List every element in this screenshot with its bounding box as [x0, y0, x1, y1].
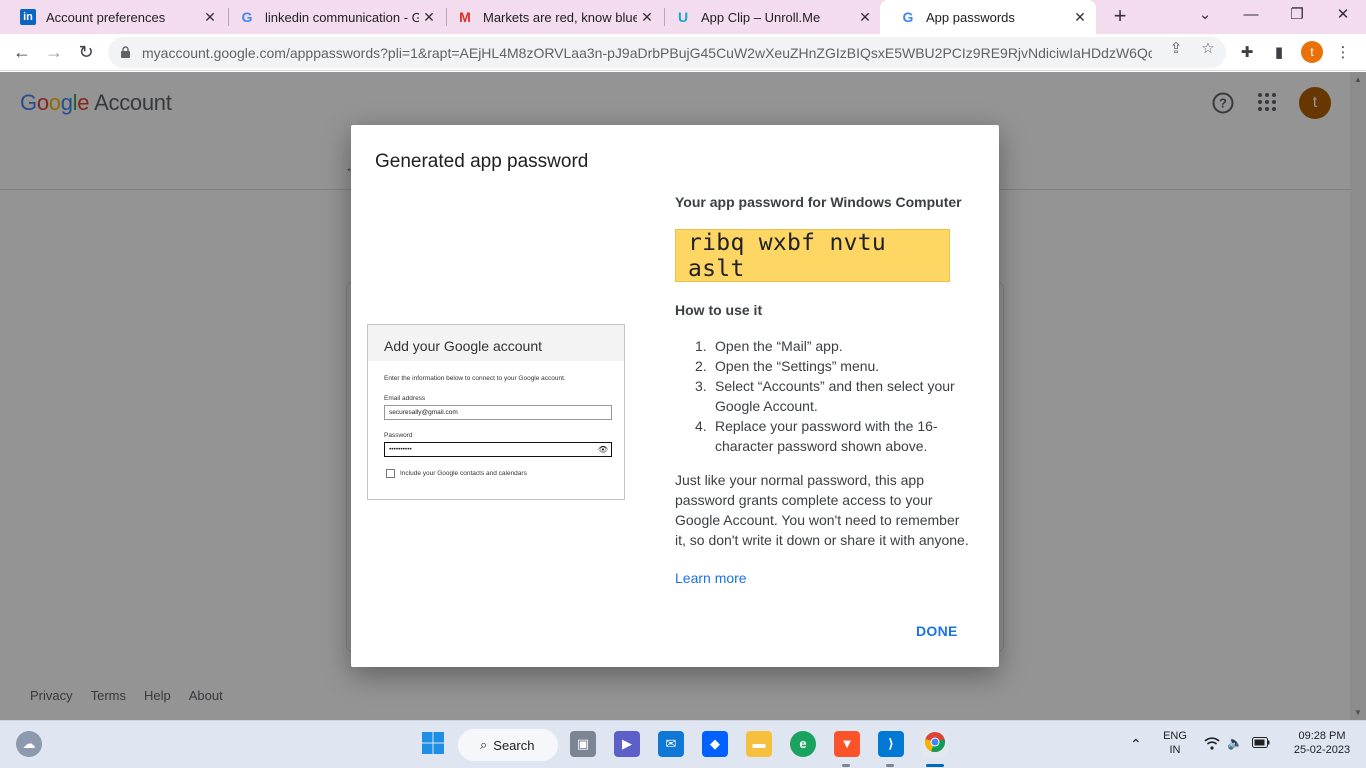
step-text: Replace your password with the 16-charac… [715, 418, 938, 454]
language-text: ENG [1163, 730, 1187, 742]
instruction-steps: 1. Open the “Mail” app. 2. Open the “Setti… [695, 336, 971, 456]
close-window-button[interactable]: ✕ [1320, 0, 1366, 30]
running-indicator [842, 764, 850, 767]
file-explorer-icon[interactable]: ▬ [746, 731, 772, 757]
brave-browser-icon[interactable]: ▼ [834, 731, 860, 757]
region-text: IN [1169, 744, 1181, 756]
generated-password-dialog: Generated app password Add your Google a… [351, 125, 999, 667]
mail-app-illustration: Add your Google account Enter the inform… [367, 324, 625, 500]
profile-avatar[interactable]: t [1301, 41, 1323, 63]
close-tab-icon[interactable]: ✕ [855, 9, 875, 26]
security-note: Just like your normal password, this app… [675, 472, 969, 548]
illustration-title: Add your Google account [368, 325, 624, 361]
password-caption: Your app password for Windows Computer [675, 194, 962, 210]
close-tab-icon[interactable]: ✕ [1070, 9, 1090, 26]
tab-strip: in Account preferences ✕ G linkedin comm… [0, 0, 1366, 34]
address-bar[interactable]: myaccount.google.com/apppasswords?pli=1&… [108, 37, 1226, 68]
edge-browser-icon[interactable]: e [790, 731, 816, 757]
linkedin-icon: in [20, 9, 36, 25]
volume-icon[interactable]: 🔈 [1227, 735, 1243, 751]
battery-icon[interactable] [1252, 737, 1270, 751]
forward-button[interactable]: → [40, 38, 68, 66]
illustration-password-value: •••••••••• [389, 446, 412, 453]
tray-overflow-chevron-icon[interactable]: ⌃ [1130, 736, 1142, 753]
dropbox-icon[interactable]: ◆ [702, 731, 728, 757]
unrollme-icon: U [677, 9, 689, 25]
wifi-icon[interactable] [1204, 736, 1220, 753]
tab-account-preferences[interactable]: in Account preferences ✕ [0, 0, 226, 34]
bookmark-star-icon[interactable]: ☆ [1198, 39, 1218, 59]
close-tab-icon[interactable]: ✕ [419, 9, 439, 26]
tab-markets[interactable]: M Markets are red, know blue chips ✕ [437, 0, 663, 34]
illustration-email-value: securesally@gmail.com [389, 409, 458, 416]
clock-date: 25-02-2023 [1293, 744, 1351, 756]
step-text: Open the “Mail” app. [715, 338, 843, 354]
lock-icon [120, 45, 132, 60]
taskbar-search-label: Search [493, 737, 535, 753]
start-windows-icon[interactable] [420, 731, 446, 757]
illustration-password-field: •••••••••• 👁 [384, 442, 612, 457]
url-text: myaccount.google.com/apppasswords?pli=1&… [142, 44, 1152, 61]
eye-icon: 👁 [597, 445, 608, 454]
teams-chat-icon[interactable]: ▶ [614, 731, 640, 757]
task-view-icon[interactable]: ▣ [570, 731, 596, 757]
chrome-icon[interactable] [922, 731, 948, 757]
windows-taskbar: ☁ ⌕ Search ▣ ▶ ✉ ◆ ▬ e ▼ ⟩ ⌃ ENG IN 🔈 09… [0, 720, 1366, 768]
menu-kebab-icon[interactable]: ⋮ [1332, 42, 1354, 64]
tab-label: App Clip – Unroll.Me [701, 9, 821, 25]
restore-button[interactable]: ❐ [1274, 0, 1320, 30]
google-icon: G [241, 9, 253, 25]
mail-icon[interactable]: ✉ [658, 731, 684, 757]
illustration-checkbox-label: Include your Google contacts and calenda… [400, 470, 527, 477]
weather-icon[interactable]: ☁ [16, 731, 42, 757]
tab-label: linkedin communication - Google Search [265, 9, 419, 25]
step-4: 4. Replace your password with the 16-char… [695, 418, 938, 454]
extensions-puzzle-icon[interactable]: ✚ [1236, 42, 1258, 64]
generated-password[interactable]: ribq wxbf nvtu aslt [675, 229, 950, 282]
tab-unrollme[interactable]: U App Clip – Unroll.Me ✕ [655, 0, 881, 34]
tab-label: App passwords [926, 9, 1015, 25]
gmail-icon: M [459, 9, 471, 25]
new-tab-button[interactable]: + [1108, 4, 1132, 30]
step-2: 2. Open the “Settings” menu. [695, 358, 880, 374]
tab-label: Account preferences [46, 9, 166, 25]
active-app-indicator [926, 764, 944, 767]
step-text: Open the “Settings” menu. [715, 358, 880, 374]
running-indicator [886, 764, 894, 767]
vscode-icon[interactable]: ⟩ [878, 731, 904, 757]
browser-toolbar: ← → ↻ myaccount.google.com/apppasswords?… [0, 34, 1366, 71]
search-icon: ⌕ [480, 737, 488, 752]
clock[interactable]: 09:28 PM 25-02-2023 [1290, 730, 1354, 756]
clock-time: 09:28 PM [1298, 730, 1346, 742]
step-1: 1. Open the “Mail” app. [695, 338, 843, 354]
tab-label: Markets are red, know blue chips [483, 9, 637, 25]
side-panel-icon[interactable]: ▮ [1268, 42, 1290, 64]
close-tab-icon[interactable]: ✕ [637, 9, 657, 26]
tab-app-passwords[interactable]: G App passwords ✕ [880, 0, 1096, 34]
dialog-title: Generated app password [375, 151, 589, 172]
done-button[interactable]: DONE [916, 623, 958, 639]
step-3: 3. Select “Accounts” and then select your… [695, 378, 955, 414]
share-icon[interactable]: ⇪ [1166, 39, 1186, 59]
tab-linkedin-communication[interactable]: G linkedin communication - Google Search… [219, 0, 445, 34]
minimize-button[interactable]: — [1228, 0, 1274, 30]
tab-search-chevron-icon[interactable]: ⌄ [1182, 0, 1228, 30]
learn-more-link[interactable]: Learn more [675, 570, 747, 586]
google-icon: G [902, 9, 914, 25]
illustration-password-label: Password [384, 432, 413, 439]
taskbar-search[interactable]: ⌕ Search [458, 729, 558, 761]
illustration-checkbox [386, 469, 395, 478]
step-text: Select “Accounts” and then select your G… [715, 378, 955, 414]
reload-button[interactable]: ↻ [72, 38, 100, 66]
input-language[interactable]: ENG IN [1160, 730, 1190, 756]
how-to-heading: How to use it [675, 302, 763, 318]
illustration-description: Enter the information below to connect t… [384, 375, 566, 382]
illustration-email-field: securesally@gmail.com [384, 405, 612, 420]
close-tab-icon[interactable]: ✕ [200, 9, 220, 26]
illustration-email-label: Email address [384, 395, 426, 402]
back-button[interactable]: ← [8, 38, 36, 66]
